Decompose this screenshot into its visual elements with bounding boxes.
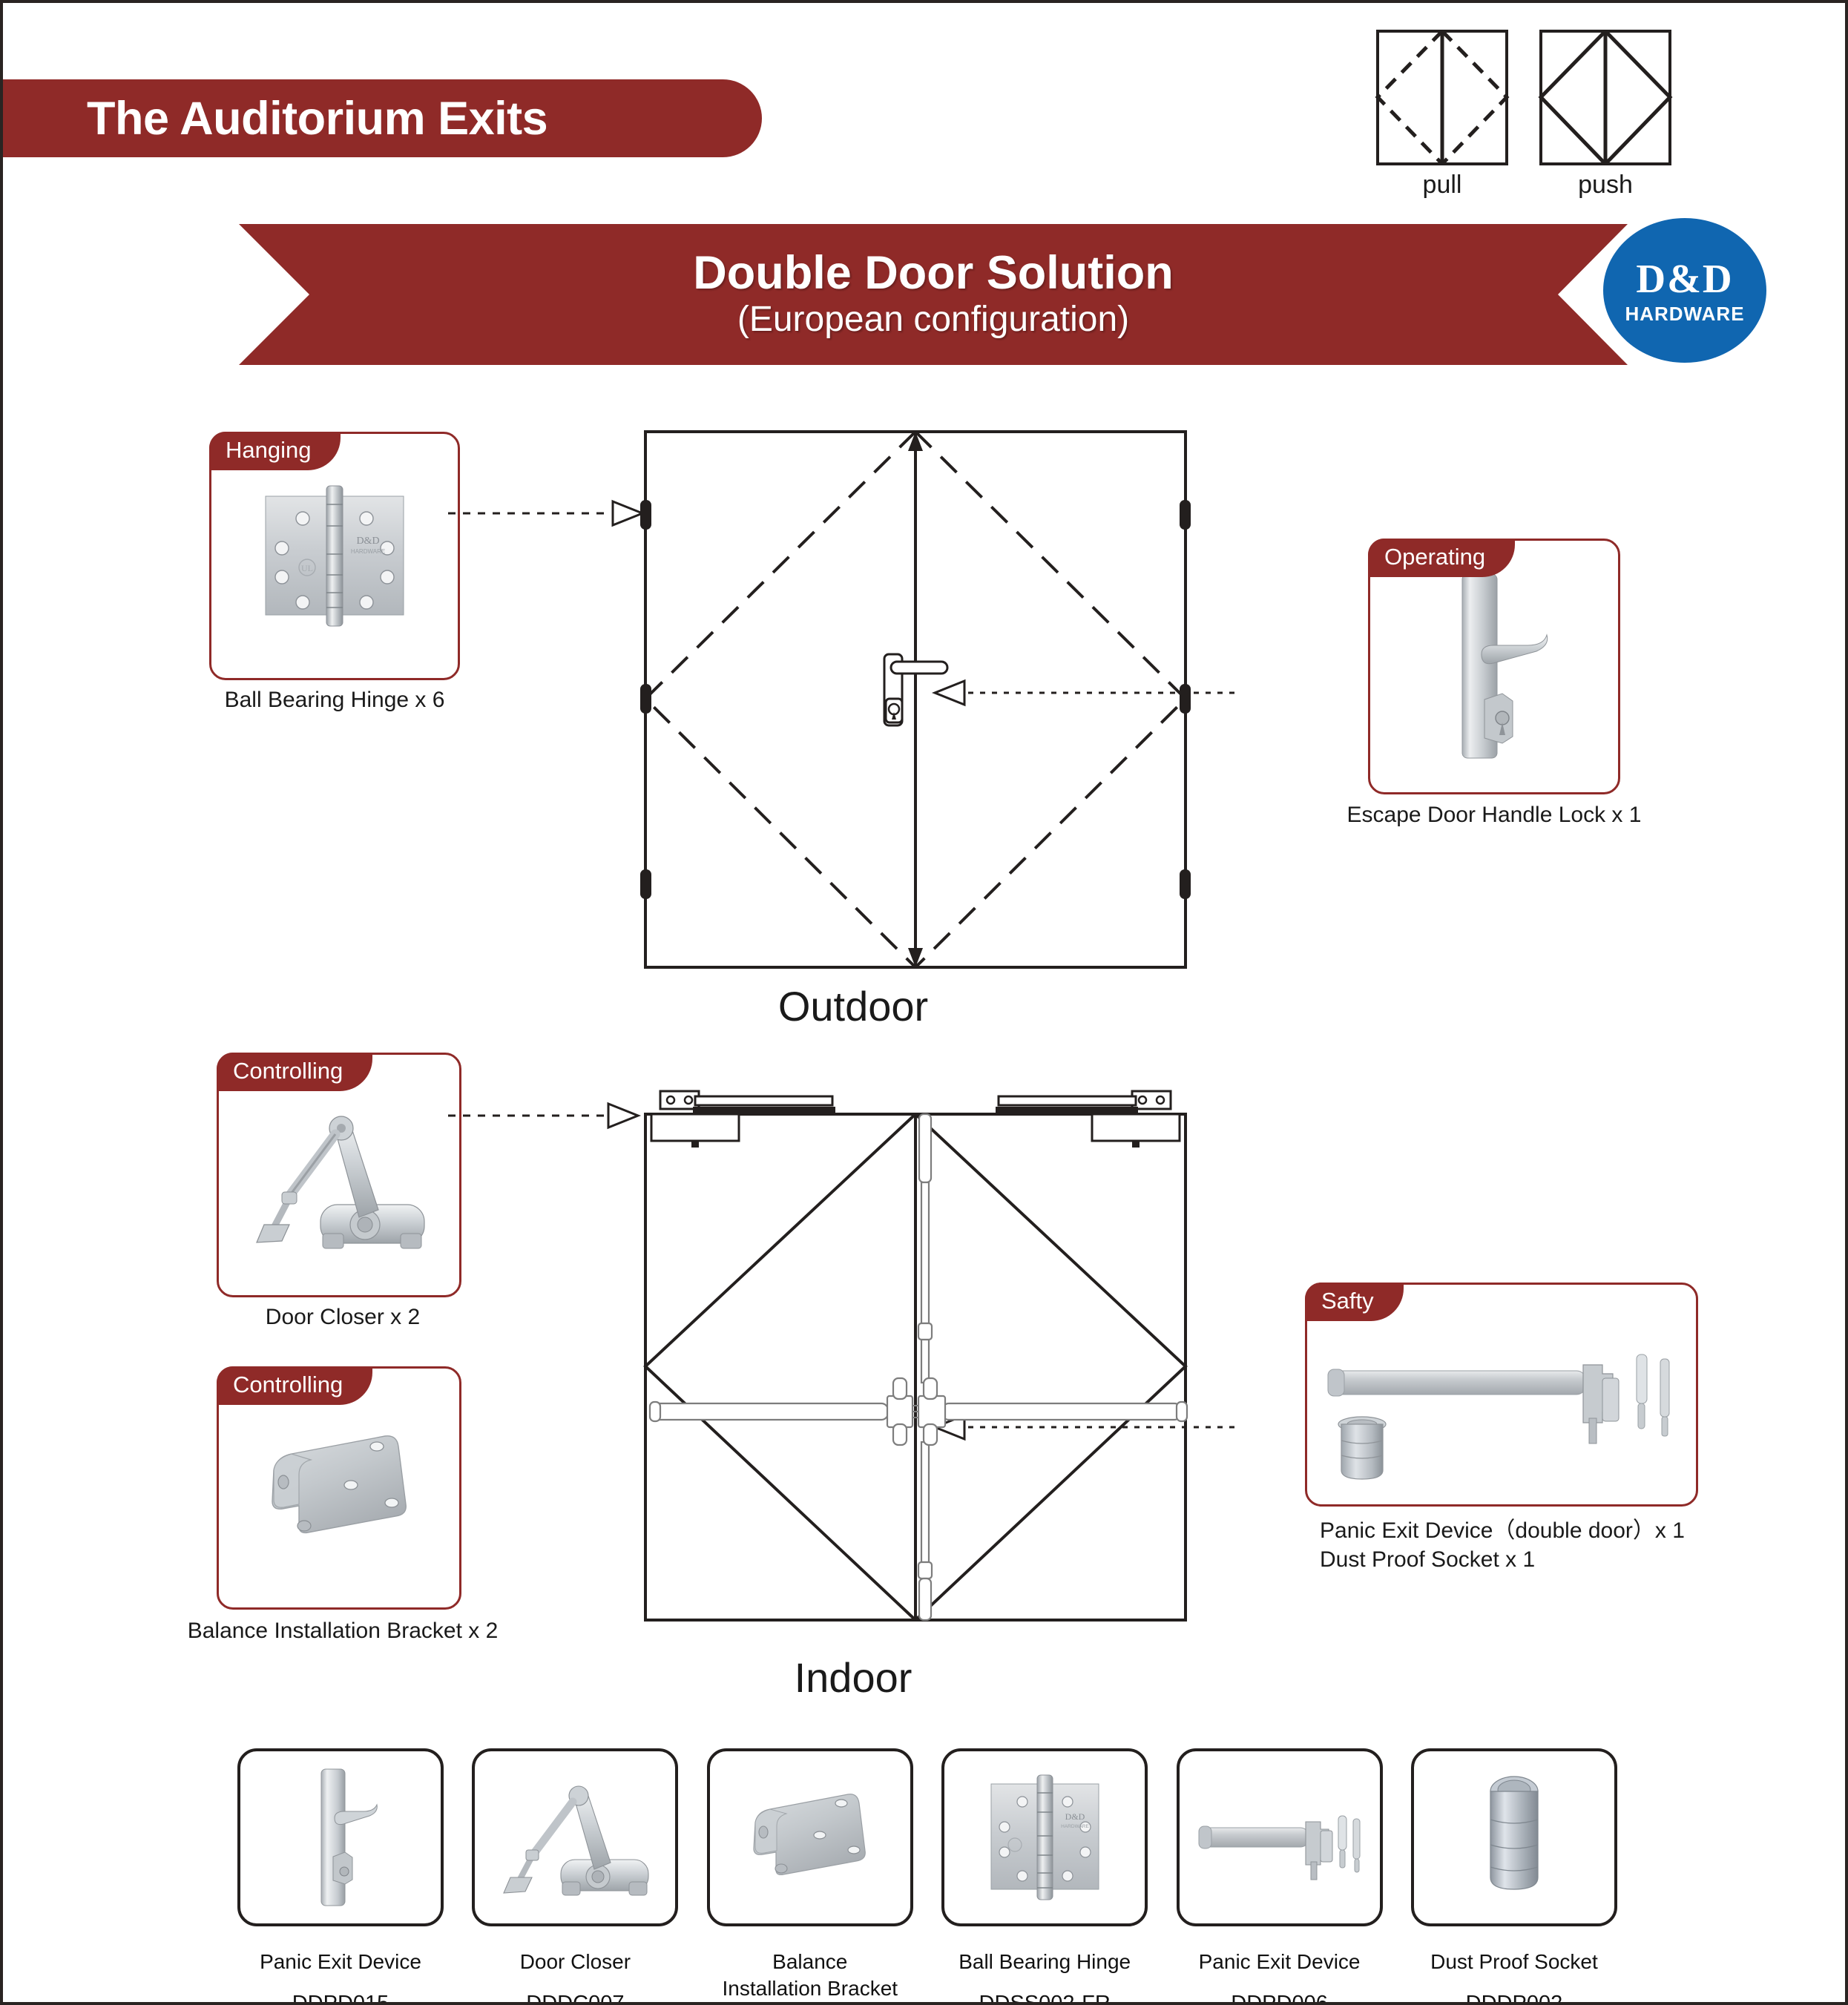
- swing-legend: pull push: [1375, 29, 1673, 200]
- product-name: Balance Installation Bracket: [722, 1950, 898, 2001]
- product-name: Ball Bearing Hinge: [958, 1950, 1131, 1973]
- panic-exit-device-handle-icon: [237, 1748, 444, 1926]
- product-code: DDPD006: [1231, 1992, 1328, 2005]
- outdoor-label: Outdoor: [777, 983, 929, 1030]
- svg-text:D&D: D&D: [356, 536, 379, 547]
- callout-caption-hanging: Ball Bearing Hinge x 6: [224, 688, 445, 712]
- callout-safty: Safty: [1305, 1283, 1698, 1507]
- door-swing-push-icon: [1538, 29, 1673, 166]
- svg-text:HARDWARE: HARDWARE: [351, 548, 385, 555]
- ball-bearing-hinge-icon: D&D HARDWARE: [941, 1748, 1148, 1926]
- product-strip: Panic Exit Device DDPD015 Door Closer DD…: [237, 1748, 1617, 2005]
- dust-proof-socket-icon: [1410, 1748, 1617, 1926]
- page-title: The Auditorium Exits: [87, 92, 548, 145]
- callout-operating: Operating: [1368, 539, 1620, 794]
- solution-banner: Double Door Solution (European configura…: [239, 224, 1628, 365]
- logo-sub: HARDWARE: [1625, 302, 1745, 325]
- legend-label-push: push: [1578, 171, 1633, 199]
- panic-bar-icon: [1176, 1748, 1383, 1926]
- legend-label-pull: pull: [1422, 171, 1462, 199]
- page-title-pill: The Auditorium Exits: [3, 79, 762, 157]
- callout-tag-controlling-closer: Controlling: [217, 1053, 373, 1091]
- door-closer-icon: [472, 1748, 679, 1926]
- product-code: DDDC007: [526, 1992, 625, 2005]
- svg-text:HARDWARE: HARDWARE: [1061, 1824, 1089, 1829]
- product-card[interactable]: Door Closer DDDC007: [472, 1748, 679, 2005]
- dd-hardware-logo: D&D HARDWARE: [1603, 218, 1766, 363]
- callout-caption-operating: Escape Door Handle Lock x 1: [1346, 803, 1642, 827]
- product-name: Dust Proof Socket: [1430, 1950, 1598, 1973]
- callout-tag-hanging: Hanging: [209, 432, 341, 470]
- callout-controlling-closer: Controlling: [217, 1053, 461, 1297]
- callout-tag-operating: Operating: [1368, 539, 1516, 577]
- legend-item-pull: pull: [1375, 29, 1510, 200]
- callout-controlling-bracket: Controlling: [217, 1366, 461, 1610]
- product-card[interactable]: Panic Exit Device DDPD015: [237, 1748, 444, 2005]
- callout-caption-safty: Panic Exit Device（double door）x 1 Dust P…: [1320, 1518, 1685, 1572]
- product-card[interactable]: Balance Installation Bracket: [706, 1748, 913, 2002]
- callout-caption-closer: Door Closer x 2: [265, 1305, 421, 1329]
- door-swing-pull-icon: [1375, 29, 1510, 166]
- escape-door-handle-lock-icon: [1370, 541, 1618, 792]
- indoor-door-diagram: [448, 1071, 1234, 1653]
- product-code: DDDP002: [1465, 1992, 1563, 2005]
- ball-bearing-hinge-icon: D&D HARDWARE UL: [211, 434, 458, 678]
- product-card[interactable]: Dust Proof Socket DDDP002: [1410, 1748, 1617, 2005]
- callout-hanging: D&D HARDWARE UL Hanging: [209, 432, 460, 680]
- product-code: DDPD015: [292, 1992, 389, 2005]
- svg-text:D&D: D&D: [1065, 1811, 1085, 1822]
- product-name: Panic Exit Device: [1198, 1950, 1361, 1973]
- outdoor-door-diagram: [448, 418, 1234, 1001]
- product-card[interactable]: Panic Exit Device DDPD006: [1176, 1748, 1383, 2005]
- balance-bracket-icon: [706, 1748, 913, 1926]
- legend-item-push: push: [1538, 29, 1673, 200]
- callout-tag-safty: Safty: [1305, 1283, 1404, 1321]
- callout-tag-controlling-bracket: Controlling: [217, 1366, 373, 1405]
- product-name: Panic Exit Device: [260, 1950, 421, 1973]
- svg-text:UL: UL: [301, 563, 313, 573]
- product-code: DDSS002-FR: [979, 1992, 1111, 2005]
- logo-brand: D&D: [1636, 255, 1734, 301]
- product-name: Door Closer: [519, 1950, 631, 1973]
- poster-page: The Auditorium Exits pull push Double Do…: [0, 0, 1848, 2005]
- indoor-label: Indoor: [794, 1654, 913, 1701]
- product-card[interactable]: D&D HARDWARE Ball Bearing Hinge DDSS002-…: [941, 1748, 1148, 2005]
